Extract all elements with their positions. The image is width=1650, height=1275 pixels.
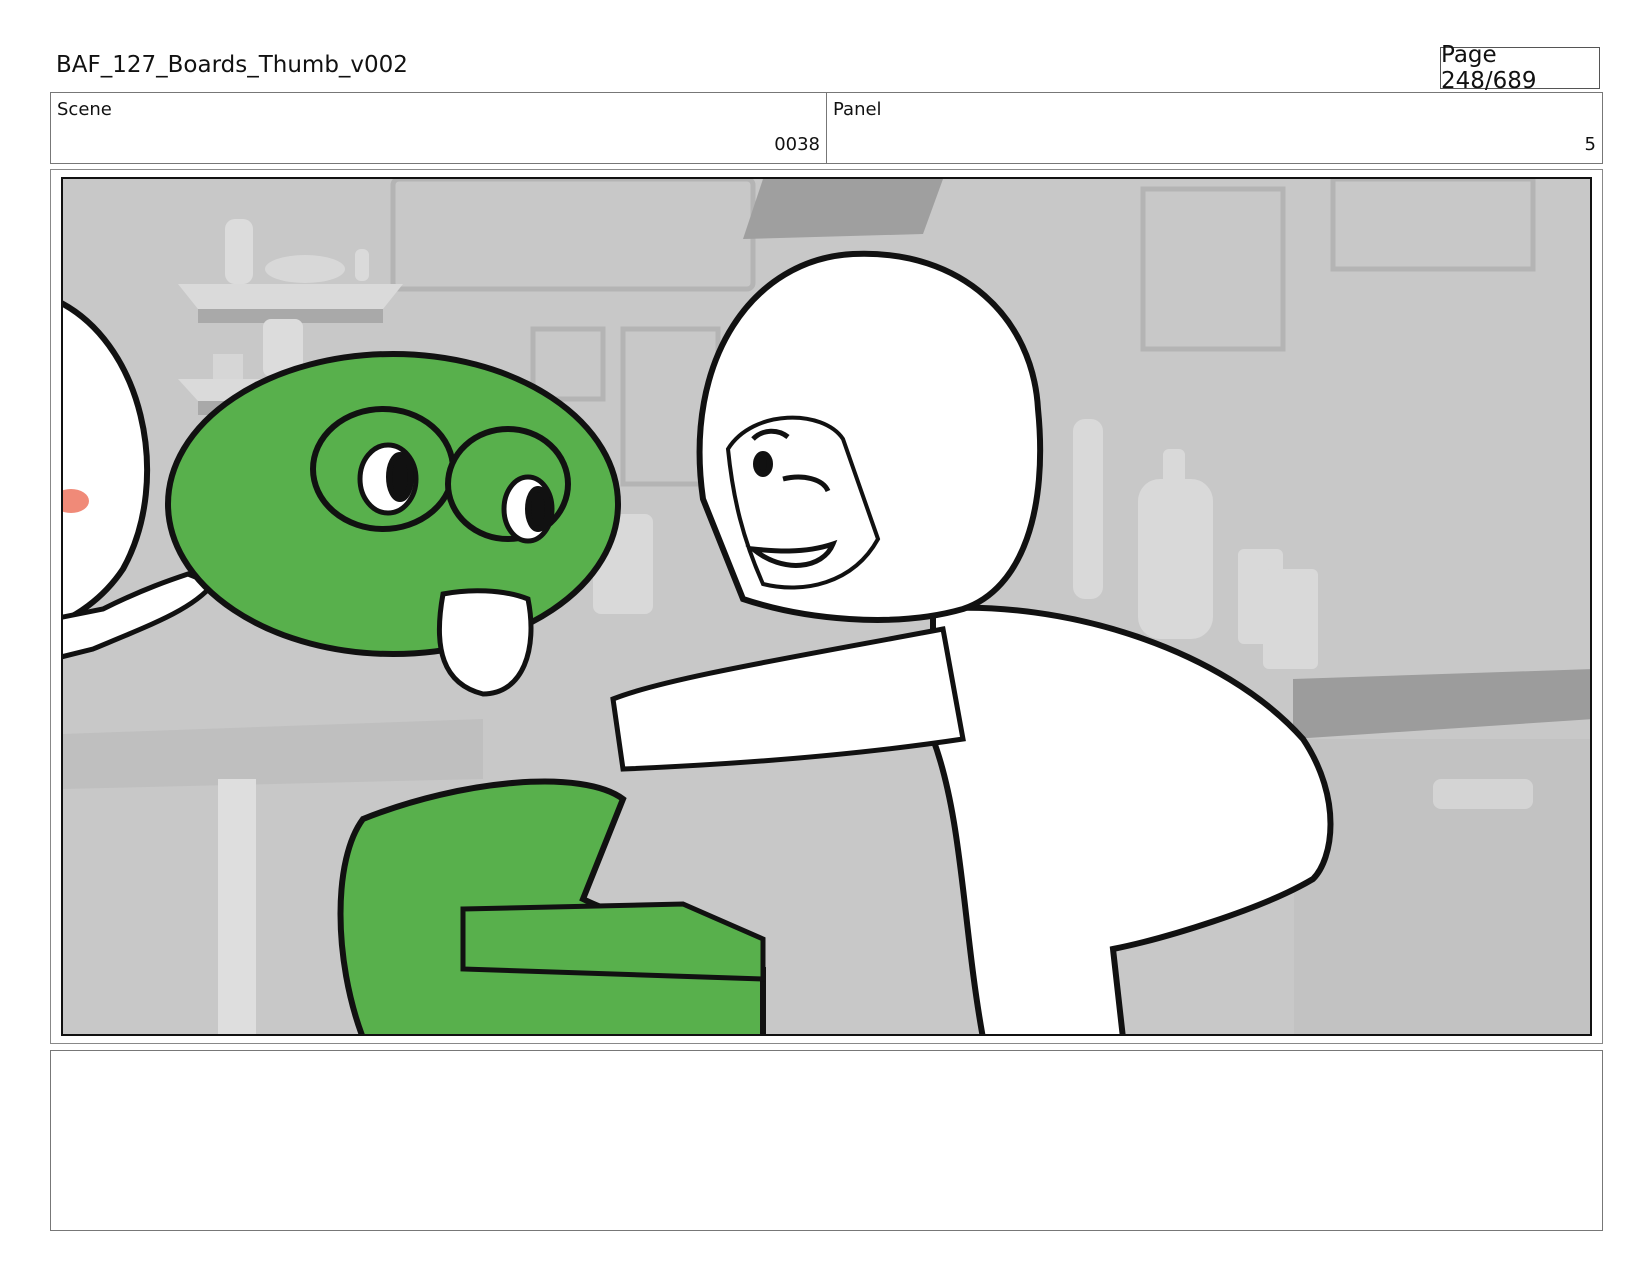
panel-number: 5 xyxy=(1584,134,1596,155)
panel-cell: Panel 5 xyxy=(826,93,1602,163)
bar-stool xyxy=(1433,779,1533,809)
page-indicator: Page 248/689 xyxy=(1440,42,1600,94)
storyboard-panel-image xyxy=(61,177,1592,1036)
panel-label: Panel xyxy=(833,99,882,120)
stool-leg xyxy=(218,779,256,1034)
scene-panel-info-row: Scene 0038 Panel 5 xyxy=(50,92,1603,164)
scene-number: 0038 xyxy=(774,134,820,155)
notes-box[interactable] xyxy=(50,1050,1603,1231)
range-hood xyxy=(743,179,943,239)
storyboard-drawing xyxy=(63,179,1590,1034)
document-title: BAF_127_Boards_Thumb_v002 xyxy=(56,52,408,78)
scene-label: Scene xyxy=(57,99,112,120)
scene-cell: Scene 0038 xyxy=(51,93,826,163)
